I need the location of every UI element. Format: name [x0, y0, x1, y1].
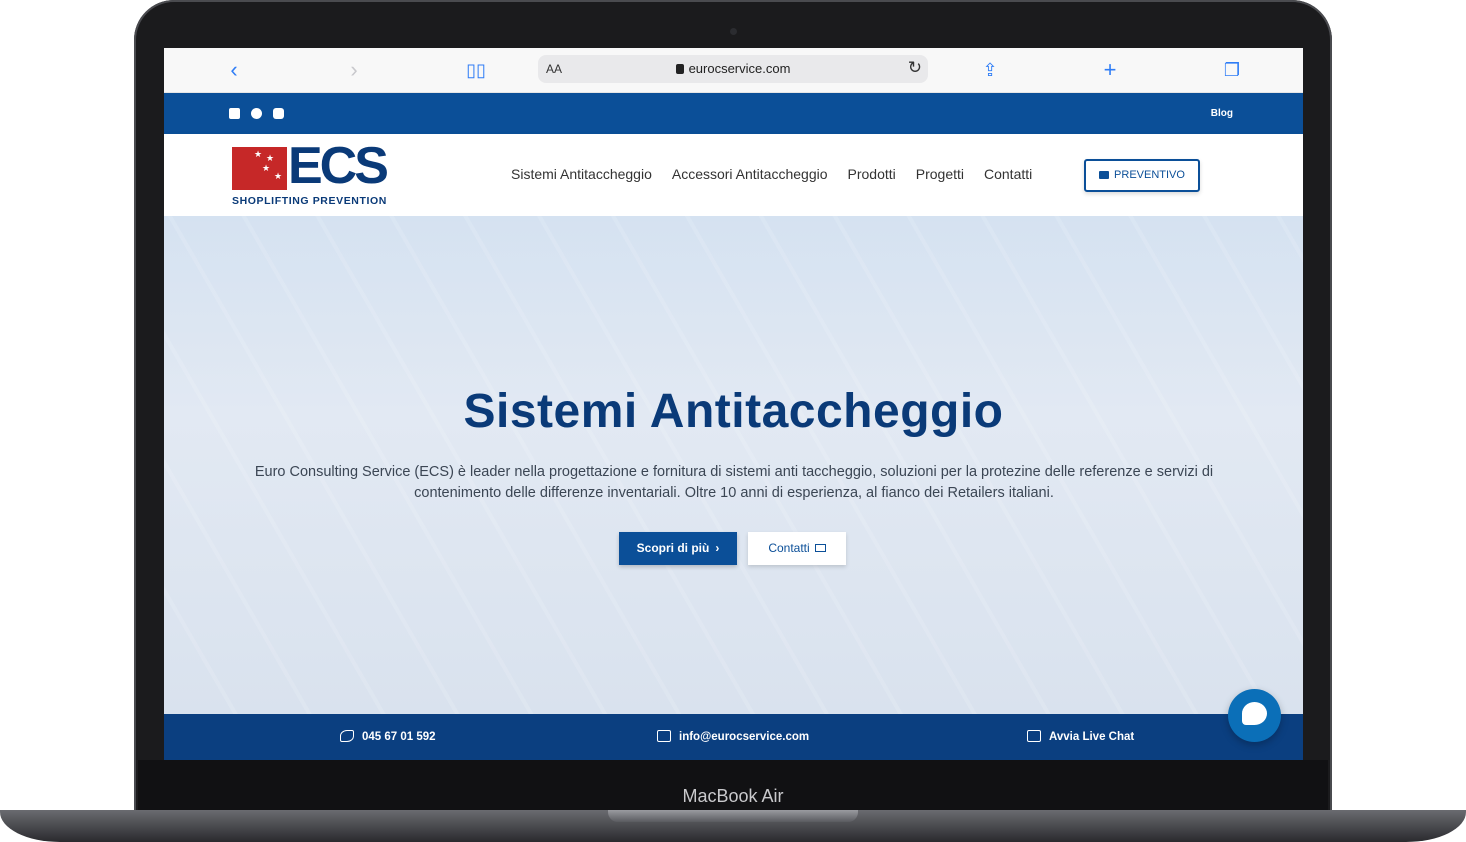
logo-flag-icon: ★ ★ ★ ★ — [232, 147, 287, 190]
logo-text: ECS — [288, 137, 389, 195]
email-link[interactable]: info@eurocservice.com — [657, 730, 809, 743]
chat-widget-button[interactable] — [1228, 689, 1281, 742]
address-bar[interactable]: AA eurocservice.com ↻ — [538, 55, 928, 83]
safari-toolbar: ‹ › ▯▯ AA eurocservice.com ↻ ⇪ + ❐ — [164, 48, 1303, 93]
contact-button[interactable]: Contatti — [748, 532, 846, 565]
phone-number: 045 67 01 592 — [362, 731, 436, 743]
logo-tagline: SHOPLIFTING PREVENTION — [232, 195, 387, 207]
speech-bubble-icon — [1242, 702, 1267, 725]
back-icon[interactable]: ‹ — [222, 58, 246, 82]
quote-button-label: PREVENTIVO — [1114, 169, 1185, 181]
lock-icon — [675, 64, 684, 74]
quote-button[interactable]: PREVENTIVO — [1084, 159, 1200, 192]
nav-prodotti[interactable]: Prodotti — [848, 166, 896, 182]
share-icon[interactable]: ⇪ — [978, 58, 1002, 82]
camera — [730, 28, 737, 35]
contact-button-label: Contatti — [768, 541, 810, 555]
laptop-notch — [608, 810, 858, 822]
blog-link[interactable]: Blog — [1211, 108, 1233, 119]
reload-icon[interactable]: ↻ — [908, 58, 922, 78]
nav-sistemi-antitaccheggio[interactable]: Sistemi Antitaccheggio — [511, 166, 652, 182]
tabs-overview-icon[interactable]: ❐ — [1220, 58, 1244, 82]
phone-link[interactable]: 045 67 01 592 — [340, 730, 436, 743]
browser-screen: ‹ › ▯▯ AA eurocservice.com ↻ ⇪ + ❐ Blog … — [164, 48, 1303, 760]
forward-icon[interactable]: › — [342, 58, 366, 82]
envelope-icon — [814, 544, 826, 552]
url-text: eurocservice.com — [688, 61, 791, 76]
nav-contatti[interactable]: Contatti — [984, 166, 1032, 182]
main-nav: Sistemi Antitaccheggio Accessori Antitac… — [511, 166, 1032, 182]
new-tab-icon[interactable]: + — [1098, 58, 1122, 82]
discover-more-label: Scopri di più — [636, 541, 710, 555]
top-strip: Blog — [164, 93, 1303, 134]
email-address: info@eurocservice.com — [679, 731, 810, 743]
briefcase-icon — [1099, 171, 1110, 179]
live-chat-link[interactable]: Avvia Live Chat — [1027, 730, 1134, 743]
hero-title: Sistemi Antitaccheggio — [463, 385, 1004, 438]
phone-icon — [340, 730, 354, 742]
nav-progetti[interactable]: Progetti — [916, 166, 964, 182]
chat-icon — [1027, 730, 1041, 742]
hero-section: Sistemi Antitaccheggio Euro Consulting S… — [164, 216, 1303, 714]
live-chat-label: Avvia Live Chat — [1049, 731, 1135, 743]
bookmarks-icon[interactable]: ▯▯ — [464, 58, 488, 82]
discover-more-button[interactable]: Scopri di più › — [619, 532, 737, 565]
facebook-icon[interactable] — [251, 108, 262, 119]
device-label: MacBook Air — [682, 786, 784, 806]
instagram-icon[interactable] — [273, 108, 284, 119]
hero-description: Euro Consulting Service (ECS) è leader n… — [254, 464, 1214, 501]
chevron-right-icon: › — [715, 541, 720, 555]
linkedin-icon[interactable] — [229, 108, 240, 119]
contact-bar: 045 67 01 592 info@eurocservice.com Avvi… — [164, 714, 1303, 760]
nav-accessori-antitaccheggio[interactable]: Accessori Antitaccheggio — [672, 166, 828, 182]
site-header: ★ ★ ★ ★ ECS SHOPLIFTING PREVENTION Siste… — [164, 134, 1303, 216]
url-display: eurocservice.com — [538, 61, 928, 76]
envelope-icon — [657, 730, 671, 742]
